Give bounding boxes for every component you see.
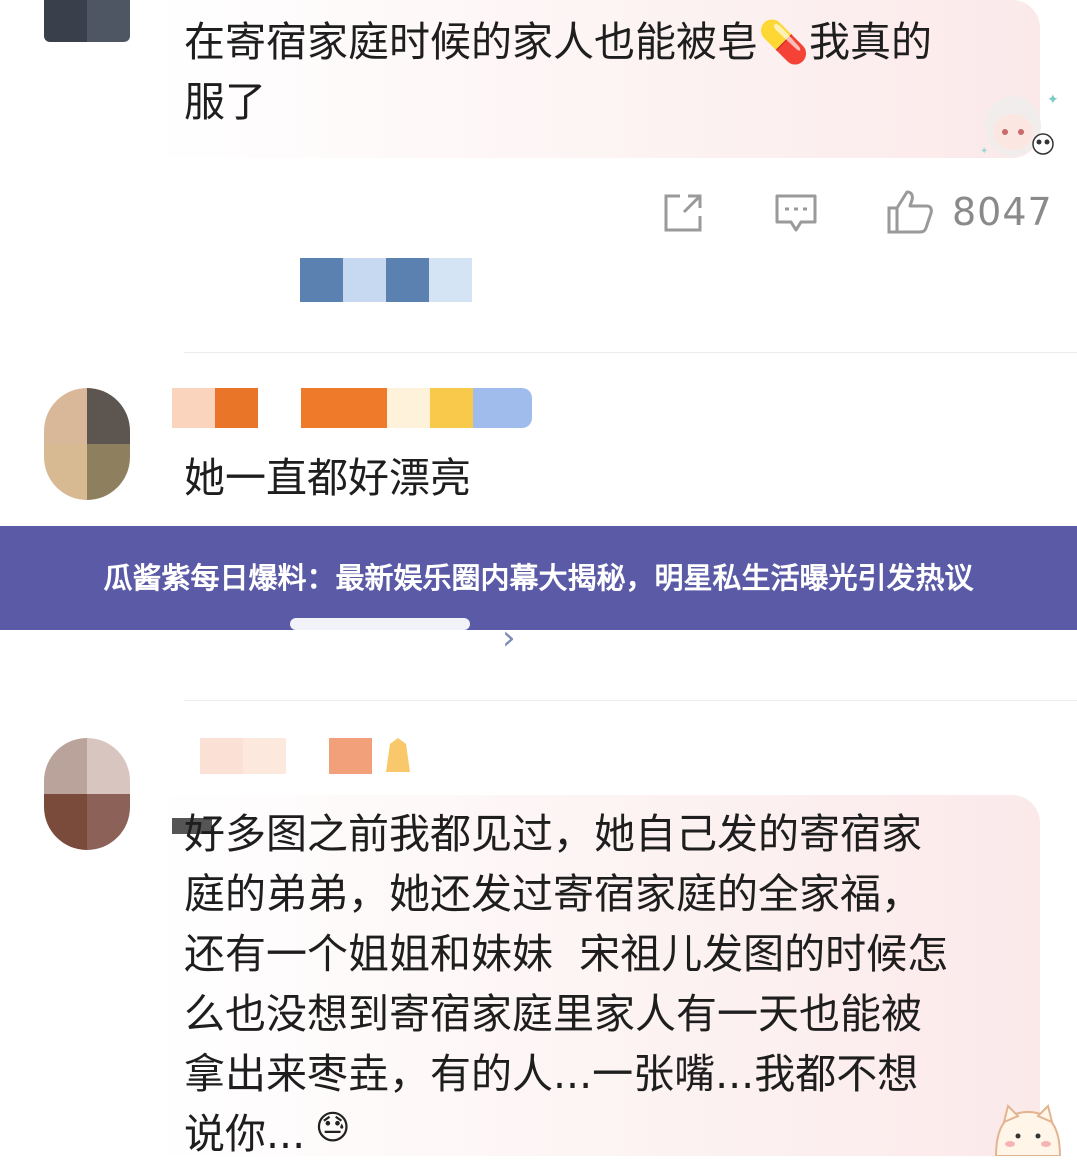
avatar-2[interactable] [44,388,130,500]
like-count-1: 8047 [952,190,1053,234]
svg-text:✦: ✦ [1047,92,1059,108]
like-icon[interactable] [885,188,935,236]
username-mosaic-2[interactable] [172,388,532,428]
reply-link-placeholder [290,618,470,630]
share-icon[interactable] [660,190,706,236]
avatar-mosaic-1[interactable] [44,0,130,42]
avatar-3[interactable] [44,738,130,850]
headline-banner[interactable]: 瓜酱紫每日爆料：最新娱乐圈内幕大揭秘，明星私生活曝光引发热议 [0,526,1077,630]
mosaic-blur-1 [300,258,472,302]
sweat-emoji-icon: 😓 [315,1108,351,1148]
badge-icon [386,738,410,772]
comment-icon[interactable] [773,190,819,236]
headline-title: 瓜酱紫每日爆料：最新娱乐圈内幕大揭秘，明星私生活曝光引发热议 [103,561,974,595]
comment-text-1: 在寄宿家庭时候的家人也能被皂💊我真的 服了 [184,18,933,126]
svg-text:✦: ✦ [980,146,988,157]
cat-sticker-icon [994,1104,1062,1156]
divider-2 [184,700,1077,701]
divider-1 [184,352,1077,353]
comment-text-2: 她一直都好漂亮 [184,454,471,502]
chevron-right-icon[interactable]: › [502,618,516,658]
anime-sticker-icon: ✦ ✦ [980,92,1059,157]
